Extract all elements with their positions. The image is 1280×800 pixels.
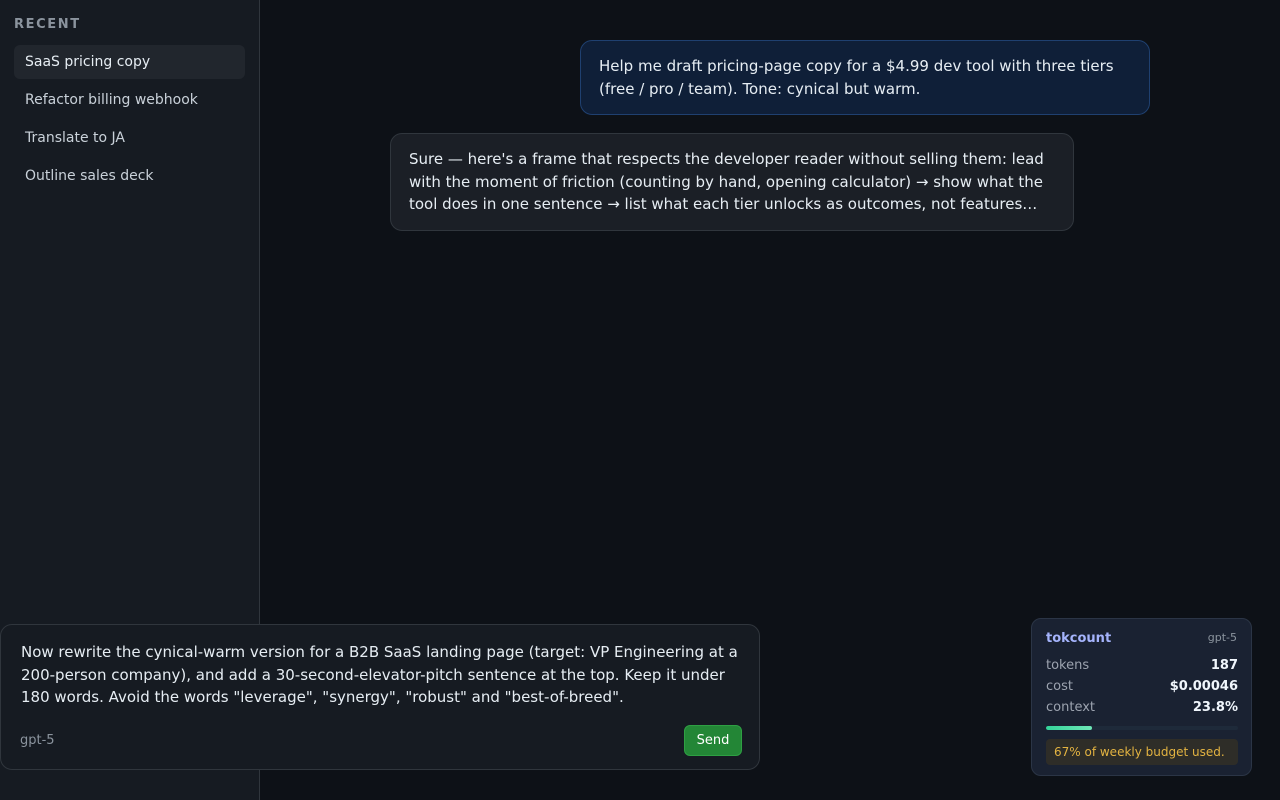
composer-input[interactable]: Now rewrite the cynical-warm version for… — [21, 641, 745, 709]
sidebar-item-outline-sales-deck[interactable]: Outline sales deck — [14, 159, 245, 193]
recent-conversations-list: SaaS pricing copy Refactor billing webho… — [14, 45, 245, 197]
tokens-label: tokens — [1046, 658, 1090, 673]
sidebar-item-refactor-billing-webhook[interactable]: Refactor billing webhook — [14, 83, 245, 117]
context-progress-fill — [1046, 726, 1092, 730]
sidebar-item-saas-pricing-copy[interactable]: SaaS pricing copy — [14, 45, 245, 79]
sidebar-heading: RECENT — [14, 17, 81, 32]
context-progress-bar — [1046, 726, 1238, 730]
send-button[interactable]: Send — [684, 725, 742, 756]
tokcount-widget: tokcount gpt-5 tokens 187 cost $0.00046 … — [1031, 618, 1252, 776]
context-value: 23.8% — [1192, 700, 1238, 715]
context-label: context — [1046, 700, 1095, 715]
assistant-message: Sure — here's a frame that respects the … — [390, 133, 1074, 231]
message-composer: Now rewrite the cynical-warm version for… — [0, 624, 760, 770]
composer-model-label: gpt-5 — [20, 733, 55, 748]
budget-warning: 67% of weekly budget used. — [1046, 739, 1238, 765]
app-root: RECENT SaaS pricing copy Refactor billin… — [0, 0, 1280, 800]
user-message: Help me draft pricing-page copy for a $4… — [580, 40, 1150, 115]
tokcount-row-cost: cost $0.00046 — [1046, 679, 1238, 697]
cost-label: cost — [1046, 679, 1073, 694]
tokcount-row-context: context 23.8% — [1046, 700, 1238, 718]
cost-value: $0.00046 — [1169, 679, 1238, 694]
tokens-value: 187 — [1210, 658, 1238, 673]
tokcount-row-tokens: tokens 187 — [1046, 658, 1238, 676]
tokcount-model: gpt-5 — [1207, 631, 1237, 644]
sidebar-item-translate-to-ja[interactable]: Translate to JA — [14, 121, 245, 155]
tokcount-title: tokcount — [1046, 631, 1112, 646]
